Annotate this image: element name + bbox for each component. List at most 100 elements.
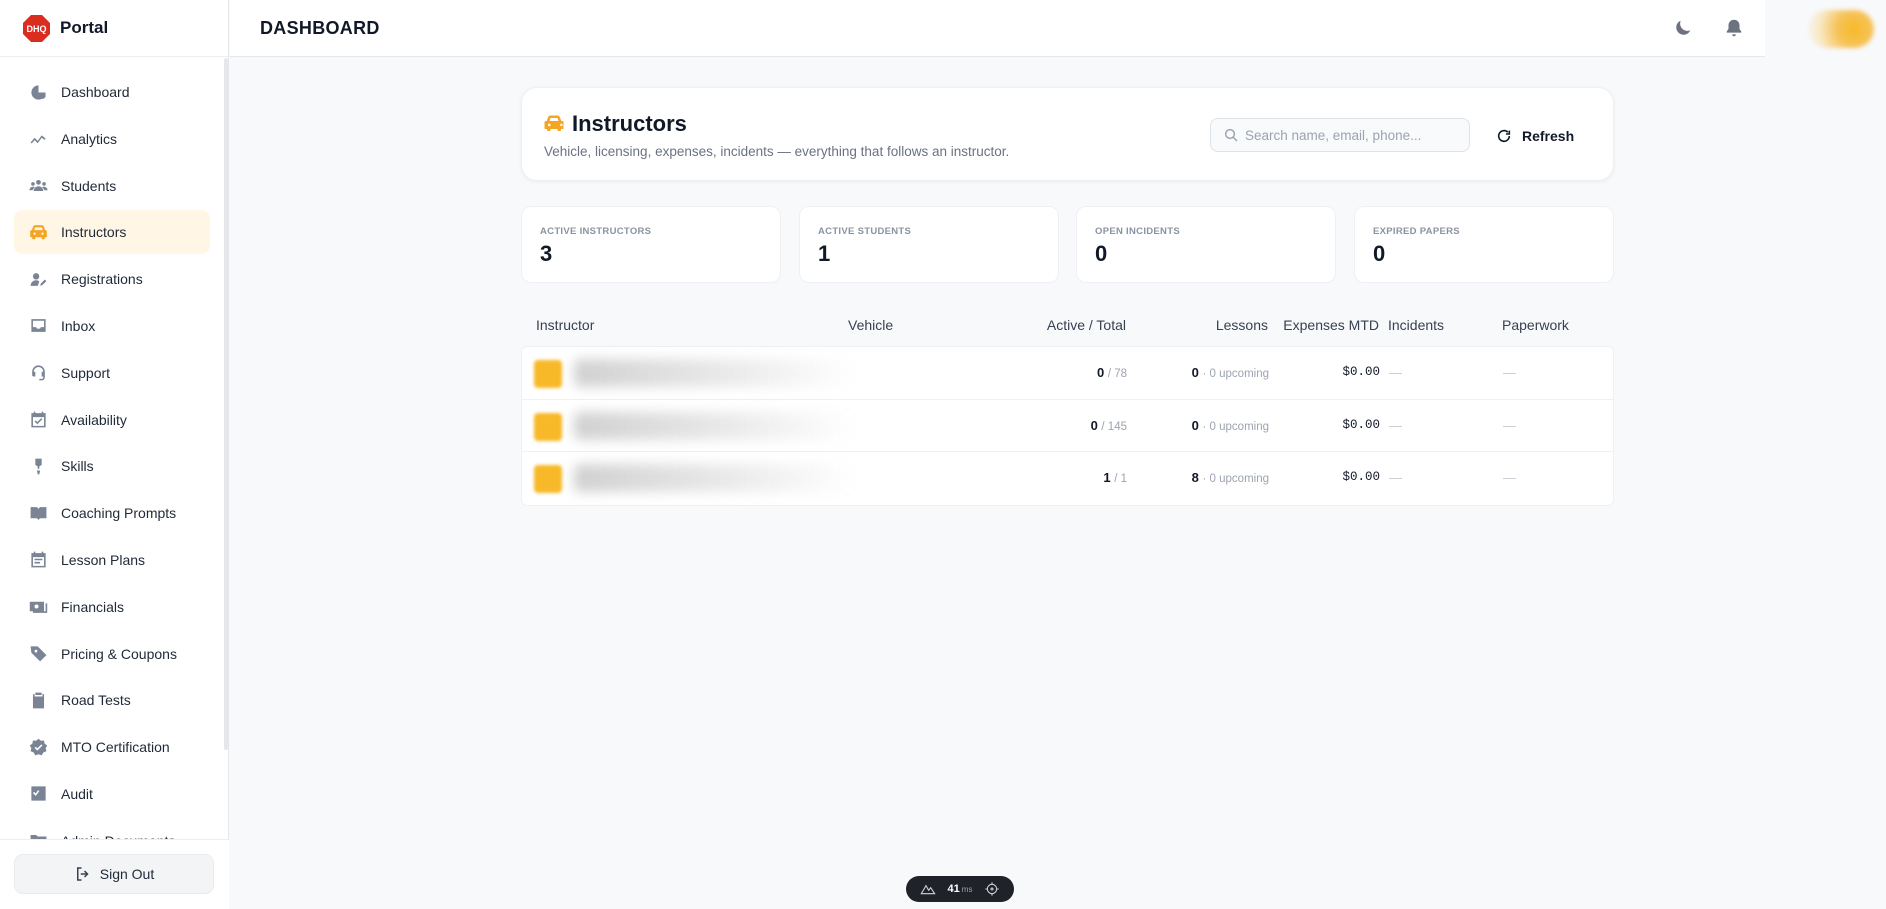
badge-check-icon [28, 737, 48, 757]
logo-icon: DHQ [22, 14, 51, 43]
sidebar-scrollbar[interactable] [224, 58, 228, 750]
column-header-vehicle[interactable]: Vehicle [848, 317, 893, 333]
sidebar-item-audit[interactable]: Audit [14, 772, 210, 816]
instructor-name-redacted [574, 411, 854, 440]
instructor-name-redacted [574, 464, 854, 492]
sidebar-item-lesson-plans[interactable]: Lesson Plans [14, 538, 210, 582]
sidebar-item-instructors[interactable]: Instructors [14, 210, 210, 255]
refresh-icon [1497, 129, 1511, 143]
calendar-icon [28, 550, 48, 570]
column-header-paperwork[interactable]: Paperwork [1502, 317, 1569, 333]
active-total-cell: 0 / 78 [1096, 365, 1127, 380]
sidebar-item-label: Road Tests [61, 692, 131, 709]
column-header-expenses-mtd[interactable]: Expenses MTD [1261, 317, 1379, 333]
tag-icon [28, 644, 48, 664]
refresh-button[interactable]: Refresh [1496, 122, 1574, 150]
sidebar-item-label: Skills [61, 458, 94, 475]
students-icon [28, 176, 48, 196]
sidebar-item-pricing-coupons[interactable]: Pricing & Coupons [14, 632, 210, 676]
sidebar-item-label: Registrations [61, 271, 143, 288]
clipboard-check-icon [28, 690, 48, 710]
search-input[interactable] [1245, 127, 1455, 143]
instructor-avatar [534, 360, 562, 388]
stat-card-open-incidents: OPEN INCIDENTS 0 [1076, 206, 1336, 283]
money-icon [28, 597, 48, 617]
top-bar: DASHBOARD [230, 0, 1765, 57]
table-body: 0 / 78 0 · 0 upcoming $0.00 — — 0 / 145 0 · 0 … [521, 346, 1614, 506]
sidebar-item-label: Availability [61, 411, 127, 428]
sidebar-item-analytics[interactable]: Analytics [14, 117, 210, 161]
sidebar-item-students[interactable]: Students [14, 164, 210, 208]
paperwork-cell: — [1503, 470, 1516, 485]
column-header-instructor[interactable]: Instructor [536, 317, 594, 333]
stat-label: ACTIVE STUDENTS [818, 226, 912, 237]
table-row[interactable]: 0 / 78 0 · 0 upcoming $0.00 — — [522, 347, 1613, 400]
sidebar-item-financials[interactable]: Financials [14, 585, 210, 629]
instructors-header-card: Instructors Vehicle, licensing, expenses… [521, 87, 1614, 181]
stat-label: OPEN INCIDENTS [1095, 226, 1180, 237]
active-total-cell: 1 / 1 [1103, 470, 1127, 485]
sidebar-item-label: Support [61, 364, 111, 381]
sidebar-item-label: Pricing & Coupons [61, 645, 177, 662]
sidebar-item-label: Analytics [61, 130, 118, 147]
section-subtitle: Vehicle, licensing, expenses, incidents … [544, 144, 1010, 159]
sidebar-item-label: Financials [61, 598, 125, 615]
sidebar-item-inbox[interactable]: Inbox [14, 304, 210, 348]
expenses-cell: $0.00 [1342, 417, 1380, 432]
sidebar-item-road-tests[interactable]: Road Tests [14, 678, 210, 722]
stat-value: 1 [818, 241, 831, 266]
instructor-avatar [534, 465, 562, 493]
refresh-label: Refresh [1522, 128, 1575, 144]
sidebar-item-label: Dashboard [61, 84, 130, 100]
incidents-cell: — [1389, 417, 1402, 433]
sidebar-item-support[interactable]: Support [14, 351, 210, 395]
sidebar-item-dashboard[interactable]: Dashboard [14, 70, 210, 114]
car-icon [28, 222, 48, 242]
inbox-icon [28, 316, 48, 336]
sidebar-item-label: Inbox [61, 317, 96, 334]
book-icon [28, 503, 48, 523]
stat-label: ACTIVE INSTRUCTORS [540, 226, 652, 237]
dark-mode-toggle[interactable] [1672, 17, 1694, 39]
sidebar-item-coaching-prompts[interactable]: Coaching Prompts [14, 491, 210, 535]
sidebar-item-mto-certification[interactable]: MTO Certification [14, 725, 210, 769]
column-header-incidents[interactable]: Incidents [1388, 317, 1444, 333]
sidebar-item-registrations[interactable]: Registrations [14, 257, 210, 301]
sidebar-item-availability[interactable]: Availability [14, 398, 210, 442]
analytics-icon [28, 129, 48, 149]
table-row[interactable]: 1 / 1 8 · 0 upcoming $0.00 — — [522, 452, 1613, 505]
instructor-avatar [534, 412, 562, 441]
expenses-cell: $0.00 [1342, 470, 1380, 484]
perf-readout: 41 ms [947, 883, 973, 895]
sidebar-item-label: Students [61, 177, 117, 194]
stat-value: 3 [540, 241, 553, 266]
table-row[interactable]: 0 / 145 0 · 0 upcoming $0.00 — — [522, 400, 1613, 452]
sign-out-button[interactable]: Sign Out [14, 854, 214, 894]
moon-icon [1676, 20, 1691, 35]
sidebar-item-label: Lesson Plans [61, 551, 146, 568]
user-avatar[interactable] [1808, 10, 1874, 48]
section-title: Instructors [572, 111, 687, 136]
search-box[interactable] [1210, 118, 1470, 152]
column-header-active-total[interactable]: Active / Total [976, 317, 1126, 333]
stat-value: 0 [1095, 241, 1108, 266]
bell-icon [1726, 19, 1742, 37]
instructor-name-redacted [574, 359, 854, 387]
column-header-lessons[interactable]: Lessons [1121, 317, 1268, 333]
brand[interactable]: DHQ Portal [0, 0, 228, 57]
notifications-button[interactable] [1723, 17, 1745, 39]
paperwork-cell: — [1503, 365, 1516, 380]
mountain-icon [920, 884, 936, 895]
sidebar-item-label: Coaching Prompts [61, 505, 177, 522]
lessons-cell: 8 · 0 upcoming [1191, 470, 1269, 485]
dashboard-icon [28, 82, 48, 102]
sidebar-nav: Dashboard Analytics Students Instructors Reg… [14, 70, 210, 842]
support-icon [28, 363, 48, 383]
sign-out-icon [76, 867, 89, 881]
perf-indicator[interactable]: 41 ms [906, 876, 1014, 902]
paperwork-cell: — [1503, 417, 1516, 433]
sidebar-item-skills[interactable]: Skills [14, 444, 210, 488]
car-icon [544, 115, 564, 131]
sidebar: DHQ Portal Dashboard Analytics Students Ins… [0, 0, 229, 909]
active-total-cell: 0 / 145 [1090, 417, 1127, 433]
